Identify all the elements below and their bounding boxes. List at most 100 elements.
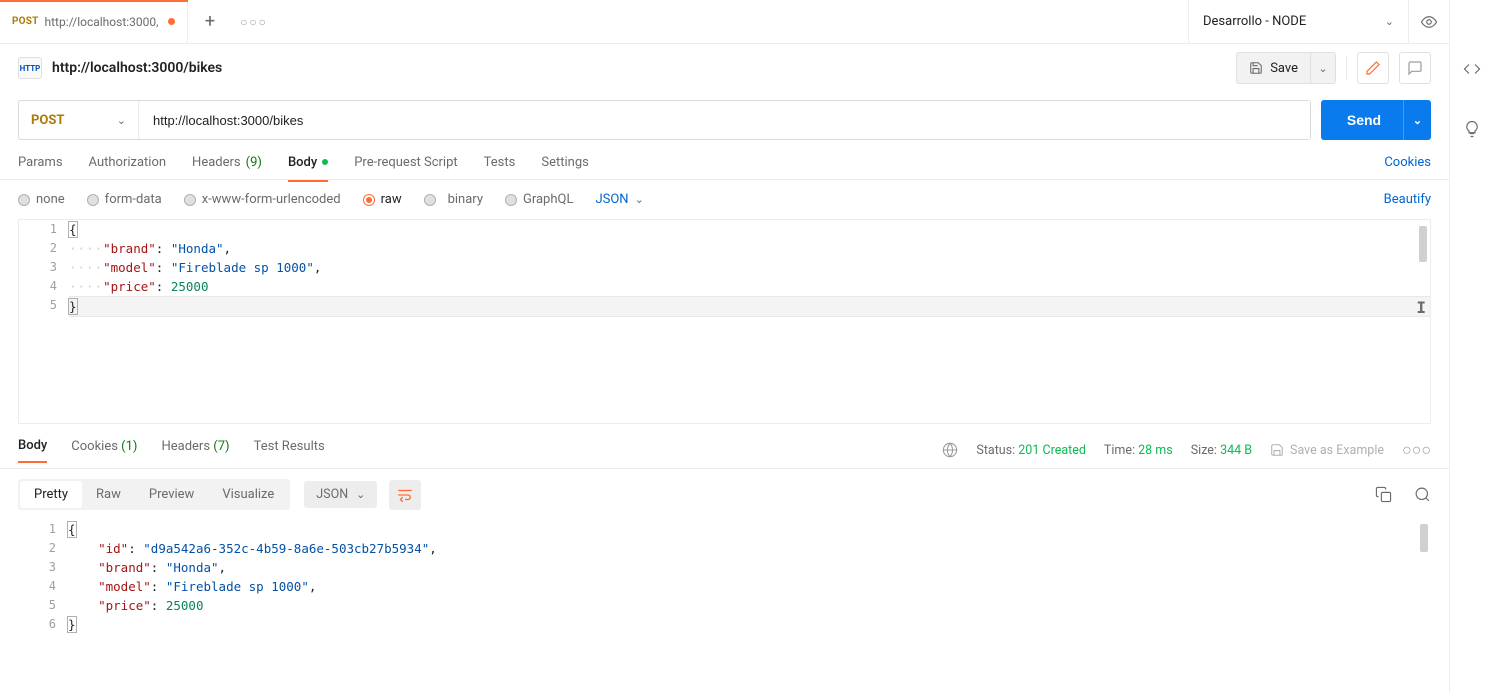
cookies-link[interactable]: Cookies bbox=[1384, 155, 1431, 180]
save-label: Save bbox=[1270, 61, 1298, 76]
code-line: "model": "Fireblade sp 1000", bbox=[68, 577, 1431, 596]
code-line: "id": "d9a542a6-352c-4b59-8a6e-503cb27b5… bbox=[68, 539, 1431, 558]
body-binary[interactable]: binary bbox=[424, 192, 483, 207]
search-button[interactable] bbox=[1414, 486, 1431, 503]
code-line: { bbox=[68, 520, 1431, 539]
environment-select[interactable]: Desarrollo - NODE ⌄ bbox=[1189, 0, 1409, 44]
save-example-label: Save as Example bbox=[1290, 443, 1384, 458]
body-none[interactable]: none bbox=[18, 192, 65, 207]
line-number: 4 bbox=[19, 277, 69, 296]
request-name: http://localhost:3000/bikes bbox=[52, 60, 222, 76]
beautify-link[interactable]: Beautify bbox=[1384, 192, 1431, 207]
overview-ruler-cursor: I bbox=[1416, 298, 1426, 317]
wrap-lines-button[interactable] bbox=[389, 480, 421, 510]
tab-more-button[interactable]: ○○○ bbox=[232, 0, 276, 44]
code-line: ····"model": "Fireblade sp 1000", bbox=[69, 258, 1430, 277]
request-tab[interactable]: POST http://localhost:3000, bbox=[0, 0, 188, 44]
line-number: 6 bbox=[18, 615, 68, 634]
size-value: 344 B bbox=[1220, 443, 1252, 458]
method-select[interactable]: POST ⌄ bbox=[19, 101, 139, 139]
comment-icon bbox=[1407, 60, 1423, 76]
save-icon bbox=[1270, 443, 1284, 457]
comment-button[interactable] bbox=[1399, 52, 1431, 84]
editor-scrollbar[interactable] bbox=[1419, 226, 1427, 262]
view-raw[interactable]: Raw bbox=[82, 481, 135, 508]
active-tab-indicator bbox=[0, 0, 188, 2]
code-line: } bbox=[68, 615, 1431, 634]
view-mode-segment: Pretty Raw Preview Visualize bbox=[18, 479, 290, 510]
code-line: "brand": "Honda", bbox=[68, 558, 1431, 577]
radio-icon bbox=[18, 194, 30, 206]
response-meta: Status: 201 Created Time: 28 ms Size: 34… bbox=[942, 440, 1431, 460]
request-section-tabs: Params Authorization Headers (9) Body Pr… bbox=[0, 140, 1449, 180]
http-badge-icon: HTTP bbox=[18, 57, 42, 79]
radio-icon bbox=[424, 194, 436, 206]
resp-headers-count: (7) bbox=[213, 439, 229, 454]
send-button[interactable]: Send ⌄ bbox=[1321, 100, 1431, 140]
save-example-button[interactable]: Save as Example bbox=[1270, 443, 1384, 458]
view-visualize[interactable]: Visualize bbox=[208, 481, 288, 508]
response-tab-cookies[interactable]: Cookies (1) bbox=[71, 439, 137, 462]
response-lang-select[interactable]: JSON ⌄ bbox=[304, 481, 377, 508]
body-type-row: none form-data x-www-form-urlencoded raw… bbox=[0, 180, 1449, 219]
tab-authorization[interactable]: Authorization bbox=[89, 155, 167, 180]
line-number: 3 bbox=[19, 258, 69, 277]
copy-button[interactable] bbox=[1375, 486, 1392, 503]
tab-prerequest[interactable]: Pre-request Script bbox=[354, 155, 457, 180]
tab-tests[interactable]: Tests bbox=[484, 155, 516, 180]
new-tab-button[interactable]: + bbox=[188, 0, 232, 44]
size-block[interactable]: Size: 344 B bbox=[1191, 443, 1252, 458]
save-icon bbox=[1249, 61, 1263, 75]
response-tab-test-results[interactable]: Test Results bbox=[254, 439, 325, 462]
plus-icon: + bbox=[205, 11, 215, 32]
pencil-icon bbox=[1365, 60, 1381, 76]
request-bar: POST ⌄ bbox=[18, 100, 1311, 140]
code-line: ····"price": 25000 bbox=[69, 277, 1430, 296]
time-value: 28 ms bbox=[1138, 443, 1173, 458]
view-pretty[interactable]: Pretty bbox=[20, 481, 82, 508]
response-section-tabs: Body Cookies (1) Headers (7) Test Result… bbox=[0, 424, 1449, 469]
save-options-button[interactable]: ⌄ bbox=[1310, 52, 1336, 84]
view-preview[interactable]: Preview bbox=[135, 481, 208, 508]
environment-quicklook-button[interactable] bbox=[1409, 0, 1449, 44]
request-header: HTTP http://localhost:3000/bikes Save ⌄ bbox=[0, 44, 1449, 84]
body-xwww[interactable]: x-www-form-urlencoded bbox=[184, 192, 341, 207]
code-panel-button[interactable] bbox=[1463, 60, 1481, 78]
globe-icon[interactable] bbox=[942, 442, 958, 458]
radio-icon bbox=[87, 194, 99, 206]
body-formdata[interactable]: form-data bbox=[87, 192, 162, 207]
tab-headers[interactable]: Headers (9) bbox=[192, 155, 262, 180]
save-button[interactable]: Save bbox=[1236, 52, 1310, 84]
divider bbox=[1346, 56, 1347, 80]
time-block[interactable]: Time: 28 ms bbox=[1104, 443, 1173, 458]
tab-body[interactable]: Body bbox=[288, 155, 328, 182]
send-options-button[interactable]: ⌄ bbox=[1403, 100, 1431, 140]
status-block[interactable]: Status: 201 Created bbox=[976, 443, 1086, 458]
body-graphql[interactable]: GraphQL bbox=[505, 192, 573, 207]
line-number: 3 bbox=[18, 558, 68, 577]
line-number: 5 bbox=[18, 596, 68, 615]
chevron-down-icon: ⌄ bbox=[117, 114, 126, 127]
chevron-down-icon: ⌄ bbox=[356, 488, 365, 501]
request-body-editor[interactable]: I 1{ 2····"brand": "Honda", 3····"model"… bbox=[18, 219, 1431, 424]
response-more-button[interactable]: ○○○ bbox=[1402, 440, 1431, 460]
editor-scrollbar[interactable] bbox=[1420, 524, 1428, 552]
tips-panel-button[interactable] bbox=[1463, 120, 1481, 138]
response-tab-body[interactable]: Body bbox=[18, 438, 47, 463]
body-format-select[interactable]: JSON ⌄ bbox=[595, 192, 643, 207]
send-label: Send bbox=[1347, 112, 1381, 128]
url-row: POST ⌄ Send ⌄ bbox=[0, 84, 1449, 140]
chevron-down-icon: ⌄ bbox=[635, 193, 644, 206]
line-number: 4 bbox=[18, 577, 68, 596]
url-input[interactable] bbox=[139, 101, 1310, 139]
tab-params[interactable]: Params bbox=[18, 155, 63, 180]
tab-title: http://localhost:3000, bbox=[45, 15, 163, 29]
response-body-editor[interactable]: 1{ 2 "id": "d9a542a6-352c-4b59-8a6e-503c… bbox=[18, 520, 1431, 650]
body-has-content-icon bbox=[322, 159, 328, 165]
response-tab-headers[interactable]: Headers (7) bbox=[161, 439, 229, 462]
tab-bar: POST http://localhost:3000, + ○○○ Desarr… bbox=[0, 0, 1449, 44]
tab-settings[interactable]: Settings bbox=[541, 155, 588, 180]
method-label: POST bbox=[31, 113, 64, 128]
edit-button[interactable] bbox=[1357, 52, 1389, 84]
body-raw[interactable]: raw bbox=[363, 192, 402, 207]
